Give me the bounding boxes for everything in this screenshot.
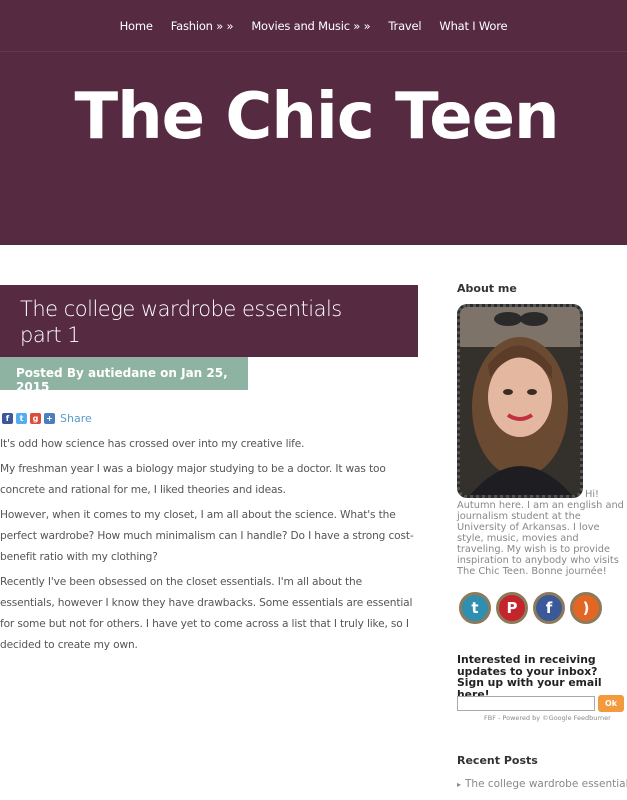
nav-what-i-wore[interactable]: What I Wore <box>439 19 507 33</box>
recent-post-item[interactable]: ▸ The college wardrobe essentials <box>457 778 627 790</box>
post-paragraph: It's odd how science has crossed over in… <box>0 438 305 450</box>
subscribe-title: Interested in receiving updates to your … <box>457 653 602 701</box>
twitter-icon[interactable]: t <box>16 413 27 424</box>
recent-posts-title: Recent Posts <box>457 754 538 767</box>
post-title-box: The college wardrobe essentials part 1 <box>0 285 418 357</box>
nav-travel[interactable]: Travel <box>388 19 421 33</box>
email-field[interactable] <box>457 696 595 711</box>
feedburner-note: FBF - Powered by ©Google Feedburner <box>484 714 611 722</box>
facebook-icon[interactable]: f <box>2 413 13 424</box>
twitter-circle-icon[interactable]: t <box>459 592 491 624</box>
post-title-line1: The college wardrobe essentials <box>20 297 342 321</box>
pinterest-circle-icon[interactable]: P <box>496 592 528 624</box>
nav-movies-music[interactable]: Movies and Music » » <box>251 19 370 33</box>
rss-circle-icon[interactable]: ) <box>570 592 602 624</box>
site-header: Home Fashion » » Movies and Music » » Tr… <box>0 0 627 245</box>
main-navigation: Home Fashion » » Movies and Music » » Tr… <box>0 0 627 52</box>
facebook-circle-icon[interactable]: f <box>533 592 565 624</box>
subscribe-ok-button[interactable]: Ok <box>598 695 624 712</box>
about-hi: Hi! <box>584 489 599 500</box>
post-paragraph: Recently I've been obsessed on the close… <box>0 576 413 651</box>
social-icons: t P f ) <box>459 592 602 624</box>
sidebar: About me Hi! Autumn here. I am an englis… <box>457 282 627 790</box>
site-title[interactable]: The Chic Teen <box>0 80 627 154</box>
profile-photo-image <box>460 307 580 495</box>
post-paragraph: My freshman year I was a biology major s… <box>0 463 386 496</box>
google-plus-icon[interactable]: g <box>30 413 41 424</box>
recent-post-link[interactable]: The college wardrobe essentials <box>465 778 627 790</box>
share-row: f t g + Share <box>2 412 92 425</box>
about-title: About me <box>457 282 517 295</box>
post-title[interactable]: The college wardrobe essentials part 1 <box>20 296 418 348</box>
about-text: Hi! Autumn here. I am an english and jou… <box>457 489 627 577</box>
nav-home[interactable]: Home <box>120 19 153 33</box>
bullet-arrow-icon: ▸ <box>457 780 462 789</box>
profile-photo <box>457 304 583 498</box>
nav-fashion[interactable]: Fashion » » <box>171 19 234 33</box>
share-link[interactable]: Share <box>60 412 92 425</box>
post-paragraph: However, when it comes to my closet, I a… <box>0 509 414 563</box>
post-title-line2: part 1 <box>20 323 81 347</box>
post-body: It's odd how science has crossed over in… <box>0 434 418 660</box>
post-meta: Posted By autiedane on Jan 25, 2015 <box>0 357 248 394</box>
about-body: Autumn here. I am an english and journal… <box>457 500 624 577</box>
share-plus-icon[interactable]: + <box>44 413 55 424</box>
